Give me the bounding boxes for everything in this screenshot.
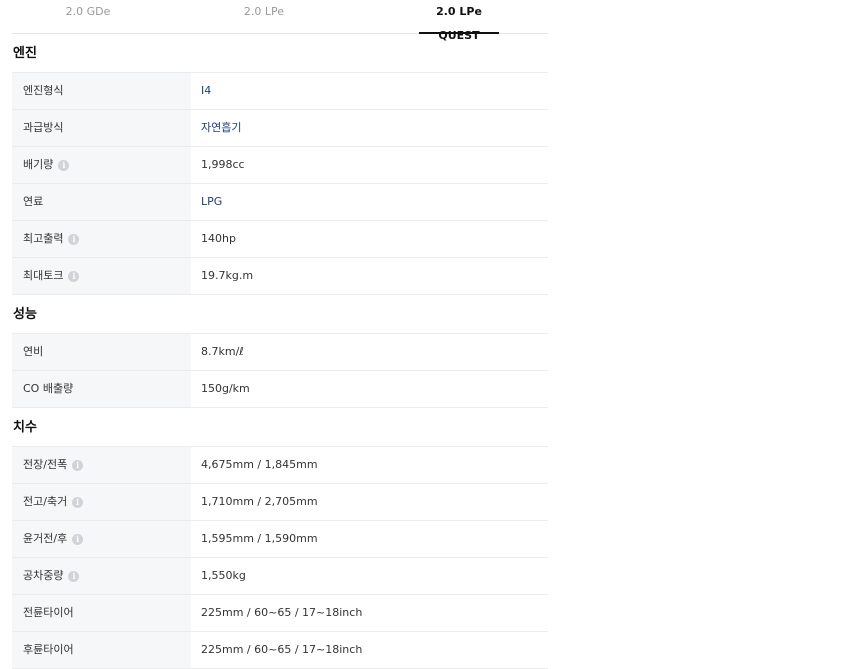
spec-row: 전장/전폭 i 4,675mm / 1,845mm (12, 447, 548, 484)
spec-value: 150g/km (201, 382, 250, 395)
spec-label-text: 후륜타이어 (23, 643, 74, 656)
spec-label: 후륜타이어 (12, 632, 191, 668)
spec-label-text: 최대토크 (23, 269, 64, 282)
spec-label-text: 엔진형식 (23, 84, 64, 97)
spec-value: 1,710mm / 2,705mm (201, 495, 318, 508)
spec-label-text: 전장/전폭 (23, 458, 68, 471)
spec-value: 4,675mm / 1,845mm (201, 458, 318, 471)
spec-label-text: 배기량 (23, 158, 54, 171)
spec-label: 전장/전폭 i (12, 447, 191, 483)
spec-value: LPG (201, 195, 223, 208)
info-icon[interactable]: i (68, 270, 80, 282)
spec-label: 엔진형식 (12, 73, 191, 109)
spec-label: 윤거전/후 i (12, 521, 191, 557)
spec-label-text: 전륜타이어 (23, 606, 74, 619)
spec-label: 연비 (12, 334, 191, 370)
tab-2-0-lpe-quest[interactable]: 2.0 LPe QUEST (419, 0, 499, 42)
spec-label-text: 과급방식 (23, 121, 64, 134)
spec-panel: 2.0 GDe 2.0 LPe 2.0 LPe QUEST 엔진 엔진형식 I4… (12, 0, 548, 669)
spec-label: 전고/축거 i (12, 484, 191, 520)
spec-label: 연료 (12, 184, 191, 220)
info-icon[interactable]: i (72, 533, 84, 545)
spec-row: 과급방식 자연흡기 (12, 110, 548, 147)
spec-row: 전고/축거 i 1,710mm / 2,705mm (12, 484, 548, 521)
spec-value: 1,998cc (201, 158, 245, 171)
spec-value: I4 (201, 84, 212, 97)
spec-label-text: 윤거전/후 (23, 532, 68, 545)
spec-label: 최고출력 i (12, 221, 191, 257)
spec-label-text: 전고/축거 (23, 495, 68, 508)
spec-value: 8.7km/ℓ (201, 345, 244, 358)
spec-label: 최대토크 i (12, 258, 191, 294)
info-icon[interactable]: i (72, 496, 84, 508)
info-icon[interactable]: i (68, 233, 80, 245)
spec-value: 1,595mm / 1,590mm (201, 532, 318, 545)
info-icon[interactable]: i (68, 570, 80, 582)
trim-tabs: 2.0 GDe 2.0 LPe 2.0 LPe QUEST (12, 0, 548, 42)
spec-value: 225mm / 60~65 / 17~18inch (201, 643, 363, 656)
spec-value: 225mm / 60~65 / 17~18inch (201, 606, 363, 619)
spec-label-text: 최고출력 (23, 232, 64, 245)
spec-row: 연료 LPG (12, 184, 548, 221)
spec-row: 윤거전/후 i 1,595mm / 1,590mm (12, 521, 548, 558)
spec-label: 과급방식 (12, 110, 191, 146)
spec-label: 전륜타이어 (12, 595, 191, 631)
spec-row: 연비 8.7km/ℓ (12, 334, 548, 371)
section-title-dimensions: 치수 (12, 408, 548, 447)
spec-row: 전륜타이어 225mm / 60~65 / 17~18inch (12, 595, 548, 632)
spec-value: 140hp (201, 232, 236, 245)
section-title-performance: 성능 (12, 295, 548, 334)
spec-label-text: 연비 (23, 345, 44, 358)
spec-label-text: CO 배출량 (23, 382, 74, 395)
spec-row: 최고출력 i 140hp (12, 221, 548, 258)
spec-value: 1,550kg (201, 569, 246, 582)
spec-label: 배기량 i (12, 147, 191, 183)
tab-2-0-lpe[interactable]: 2.0 LPe (228, 0, 300, 33)
tab-2-0-gde[interactable]: 2.0 GDe (52, 0, 124, 33)
spec-label-text: 연료 (23, 195, 44, 208)
spec-row: CO 배출량 150g/km (12, 371, 548, 408)
info-icon[interactable]: i (58, 159, 70, 171)
spec-label-text: 공차중량 (23, 569, 64, 582)
spec-row: 최대토크 i 19.7kg.m (12, 258, 548, 295)
spec-label: 공차중량 i (12, 558, 191, 594)
spec-value: 19.7kg.m (201, 269, 254, 282)
spec-row: 엔진형식 I4 (12, 73, 548, 110)
spec-value: 자연흡기 (201, 121, 242, 134)
spec-row: 공차중량 i 1,550kg (12, 558, 548, 595)
spec-row: 후륜타이어 225mm / 60~65 / 17~18inch (12, 632, 548, 669)
info-icon[interactable]: i (72, 459, 84, 471)
spec-row: 배기량 i 1,998cc (12, 147, 548, 184)
spec-label: CO 배출량 (12, 371, 191, 407)
